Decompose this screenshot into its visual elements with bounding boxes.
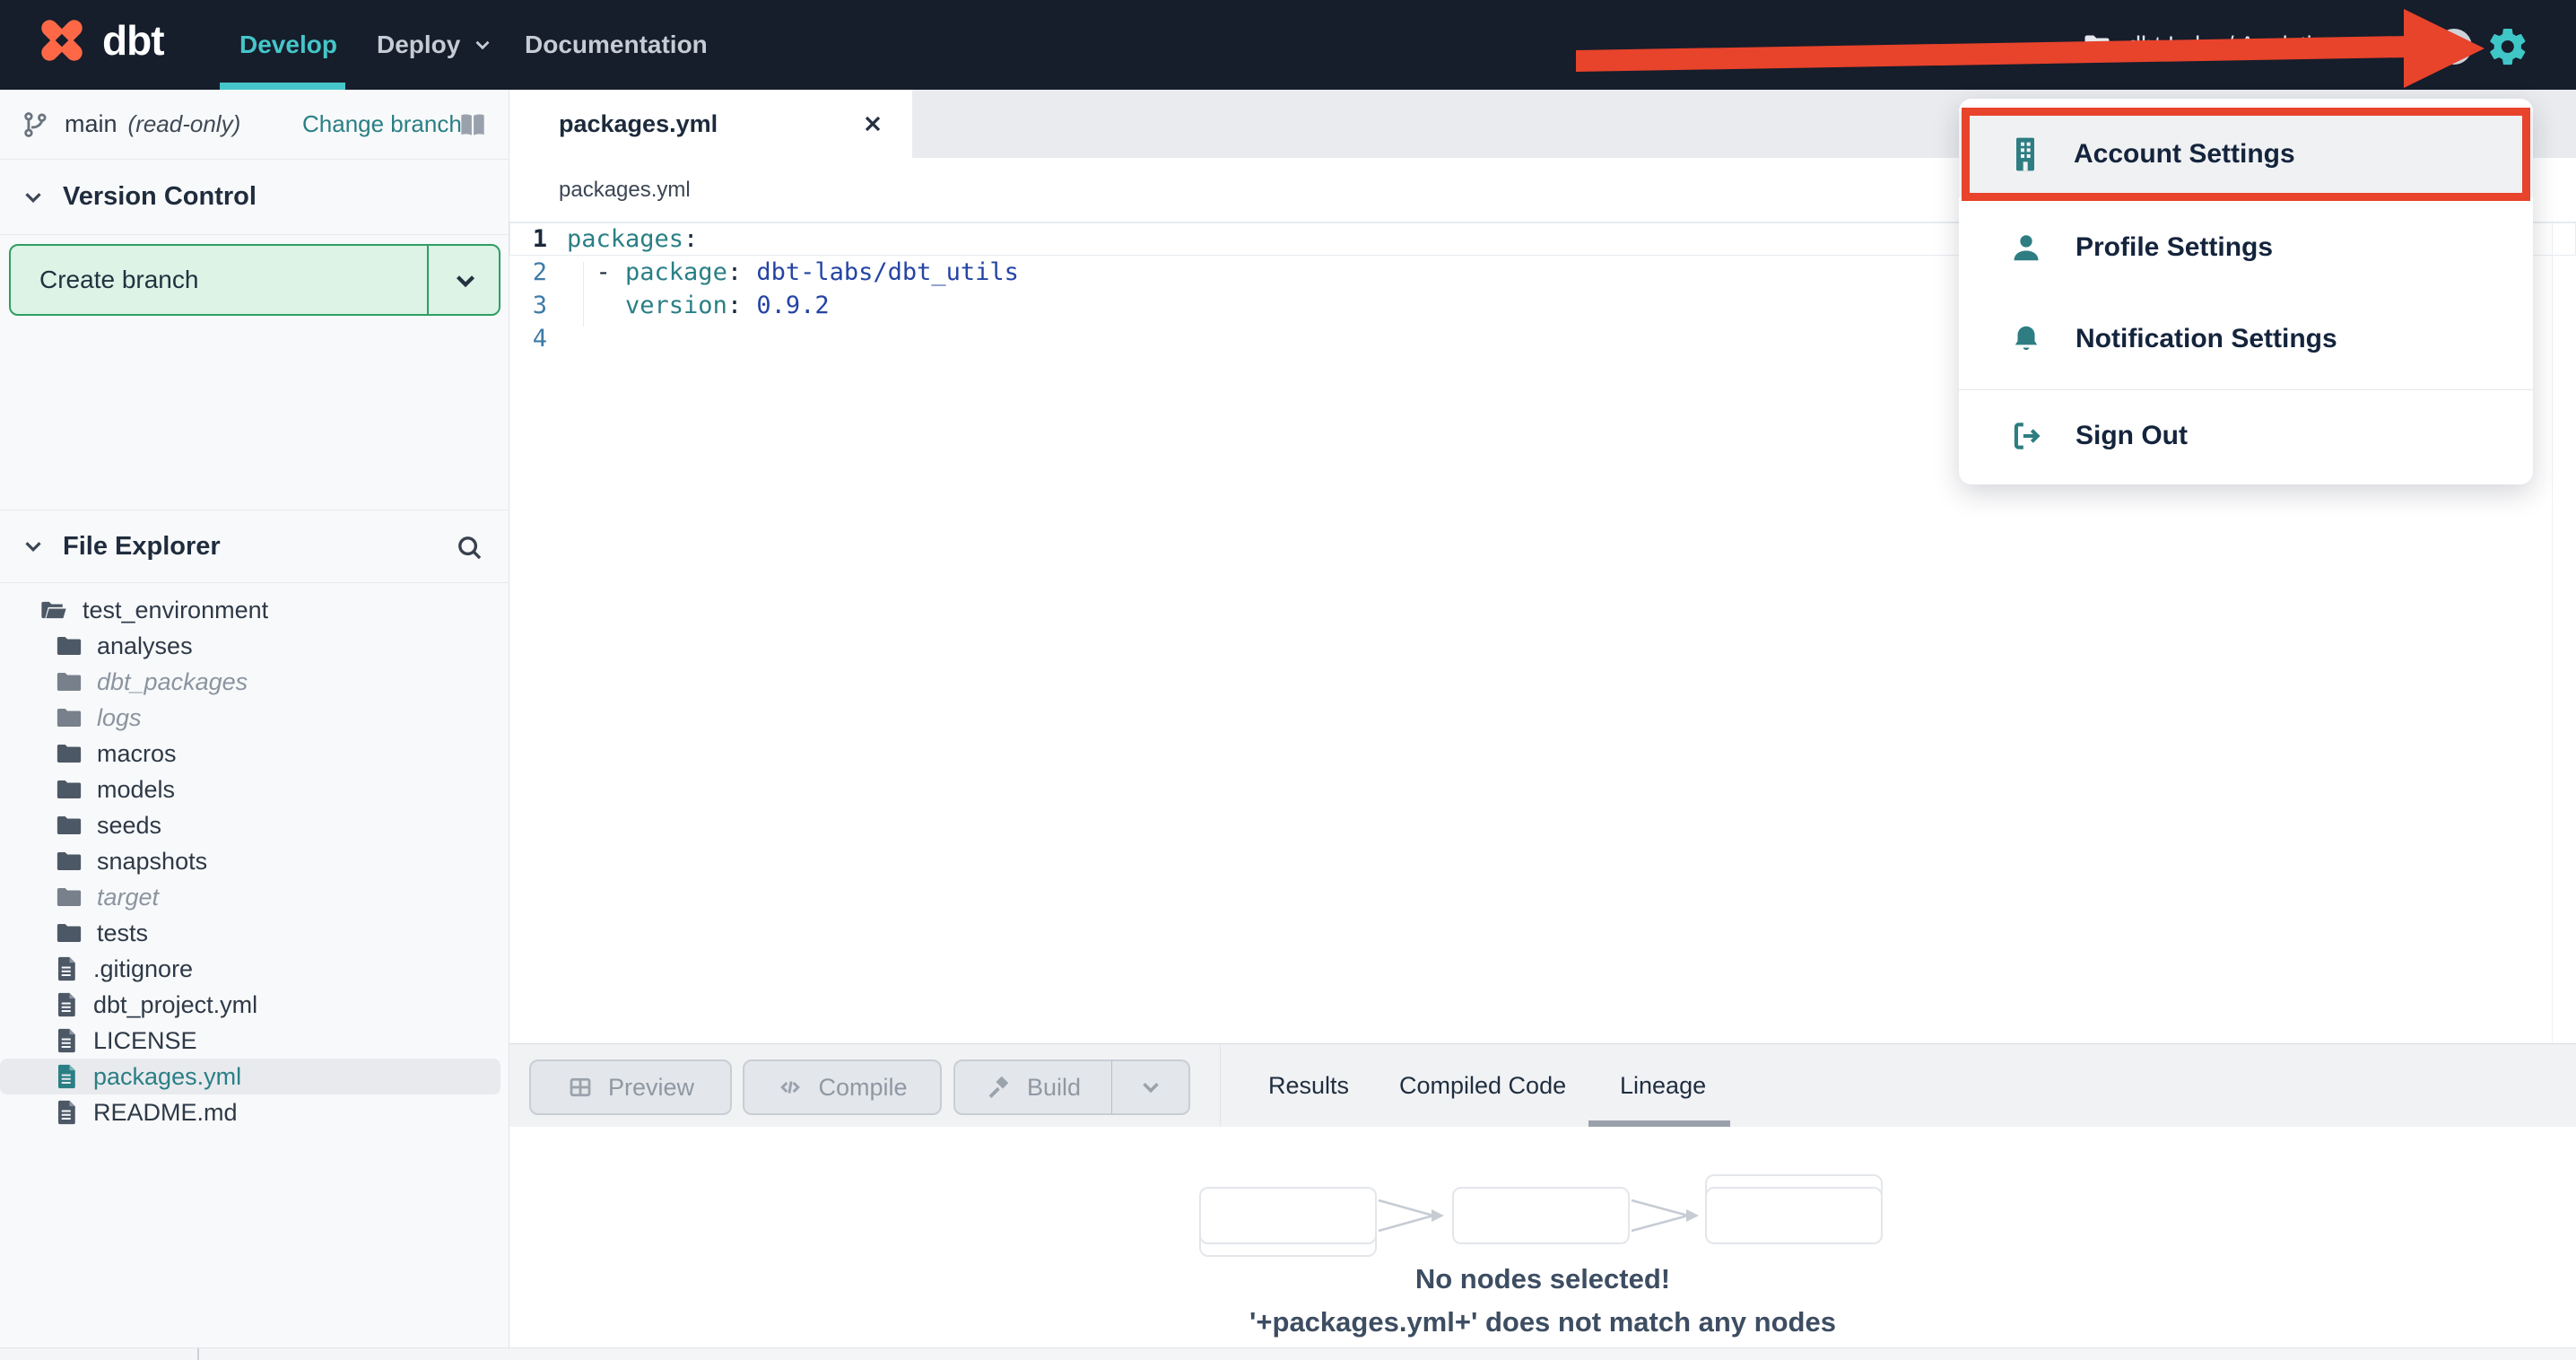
menu-divider <box>1959 389 2533 390</box>
menu-item-account-settings[interactable]: Account Settings <box>1959 111 2533 197</box>
docs-book-icon[interactable] <box>456 108 490 146</box>
nav-develop[interactable]: Develop <box>239 0 337 90</box>
nav-documentation[interactable]: Documentation <box>525 0 708 90</box>
file-row[interactable]: README.md <box>0 1094 509 1130</box>
top-navbar: dbt Develop Deploy Documentation dbt Lab… <box>0 0 2576 90</box>
branch-name: main <box>65 110 117 137</box>
lineage-empty-subtitle: '+packages.yml+' does not match any node… <box>1249 1306 1836 1338</box>
git-branch-icon <box>24 111 47 137</box>
gear-icon[interactable] <box>2486 25 2529 68</box>
compile-button[interactable]: Compile <box>743 1059 942 1115</box>
file-row[interactable]: macros <box>0 736 509 772</box>
file-row[interactable]: .gitignore <box>0 951 509 987</box>
file-row[interactable]: tests <box>0 915 509 951</box>
chevron-down-icon <box>475 40 490 50</box>
help-icon[interactable] <box>2436 29 2472 65</box>
tab-compiled-code[interactable]: Compiled Code <box>1399 1044 1566 1127</box>
file-row[interactable]: snapshots <box>0 843 509 879</box>
file-icon <box>57 992 75 1017</box>
file-row[interactable]: target <box>0 879 509 915</box>
line-number: 1 <box>532 225 547 253</box>
tab-lineage[interactable]: Lineage <box>1620 1044 1706 1127</box>
lineage-panel: No nodes selected! '+packages.yml+' does… <box>509 1127 2576 1347</box>
resize-notch <box>197 1348 199 1360</box>
sign-out-icon <box>2014 423 2041 449</box>
file-row[interactable]: LICENSE <box>0 1023 509 1059</box>
button-divider <box>427 246 429 314</box>
version-control-section[interactable]: Version Control <box>0 160 509 235</box>
grid-icon <box>570 1077 591 1097</box>
chevron-down-icon <box>25 542 41 553</box>
menu-item-notification-settings[interactable]: Notification Settings <box>1959 298 2533 380</box>
chevron-down-icon[interactable] <box>450 266 481 301</box>
branch-row: main (read-only) Change branch <box>0 90 509 160</box>
lineage-empty-title: No nodes selected! <box>1414 1263 1671 1295</box>
project-folder-icon <box>2084 35 2110 55</box>
account-selector[interactable]: dbt Labs / Analytics <box>2081 0 2337 90</box>
file-row[interactable]: analyses <box>0 628 509 664</box>
build-button[interactable]: Build <box>953 1059 1113 1115</box>
folder-icon <box>57 745 82 763</box>
tab-packages-yml[interactable]: packages.yml <box>509 90 912 158</box>
toolbar-divider <box>1220 1044 1221 1127</box>
tab-results[interactable]: Results <box>1268 1044 1349 1127</box>
menu-item-profile-settings[interactable]: Profile Settings <box>1959 206 2533 289</box>
bottom-statusbar <box>0 1347 2576 1360</box>
file-row[interactable]: dbt_packages <box>0 664 509 700</box>
indent-guide <box>583 262 584 327</box>
file-icon <box>57 1100 75 1125</box>
file-row[interactable]: test_environment <box>0 592 509 628</box>
line-number: 2 <box>532 258 547 286</box>
menu-item-sign-out[interactable]: Sign Out <box>1959 395 2533 477</box>
file-row[interactable]: dbt_project.yml <box>0 987 509 1023</box>
account-label: dbt Labs / Analytics <box>2128 31 2337 58</box>
chevron-down-icon <box>25 192 41 203</box>
file-row[interactable]: seeds <box>0 807 509 843</box>
nav-deploy[interactable]: Deploy <box>377 0 494 90</box>
line-number: 4 <box>532 325 547 353</box>
folder-icon <box>57 780 82 798</box>
folder-icon <box>57 816 82 834</box>
folder-icon <box>57 709 82 727</box>
chevron-down-icon <box>1142 1083 1159 1094</box>
user-settings-menu: Account Settings Profile Settings Notifi… <box>1959 99 2533 484</box>
line-number: 3 <box>532 292 547 319</box>
search-icon[interactable] <box>454 532 484 567</box>
code-icon <box>780 1081 801 1094</box>
folder-icon <box>57 637 82 655</box>
build-options-chevron[interactable] <box>1111 1059 1190 1115</box>
create-branch-button[interactable]: Create branch <box>9 244 500 316</box>
file-icon <box>57 1064 75 1089</box>
file-row[interactable]: logs <box>0 700 509 736</box>
branch-mode: (read-only) <box>127 110 241 137</box>
close-icon[interactable] <box>860 111 885 136</box>
preview-button[interactable]: Preview <box>529 1059 732 1115</box>
change-branch-link[interactable]: Change branch <box>302 110 462 138</box>
brand-text: dbt <box>102 17 165 64</box>
file-tree: test_environment analyses dbt_packages l… <box>0 592 509 1130</box>
file-icon <box>57 956 75 981</box>
active-nav-indicator <box>220 83 345 90</box>
sidebar: main (read-only) Change branch Version C… <box>0 90 509 1360</box>
person-icon <box>2014 235 2039 261</box>
file-row[interactable]: models <box>0 772 509 807</box>
folder-icon <box>57 852 82 870</box>
editor-scrollbar-track <box>2552 222 2553 1043</box>
dbt-logo-icon <box>41 20 83 61</box>
folder-icon <box>57 673 82 691</box>
bottom-toolbar: Preview Compile Build Results Compiled C… <box>509 1043 2576 1128</box>
folder-open-icon <box>41 601 66 619</box>
section-title: Version Control <box>63 182 257 211</box>
file-row-selected[interactable]: packages.yml <box>0 1059 500 1094</box>
dbt-logo[interactable]: dbt <box>34 13 165 68</box>
hammer-icon <box>988 1076 1009 1098</box>
building-icon <box>2016 137 2034 171</box>
bell-icon <box>2015 326 2038 351</box>
section-title: File Explorer <box>63 531 221 561</box>
file-icon <box>57 1028 75 1053</box>
file-explorer-section[interactable]: File Explorer <box>0 510 509 583</box>
folder-icon <box>57 888 82 906</box>
folder-icon <box>57 924 82 942</box>
breadcrumb: packages.yml <box>559 177 691 202</box>
